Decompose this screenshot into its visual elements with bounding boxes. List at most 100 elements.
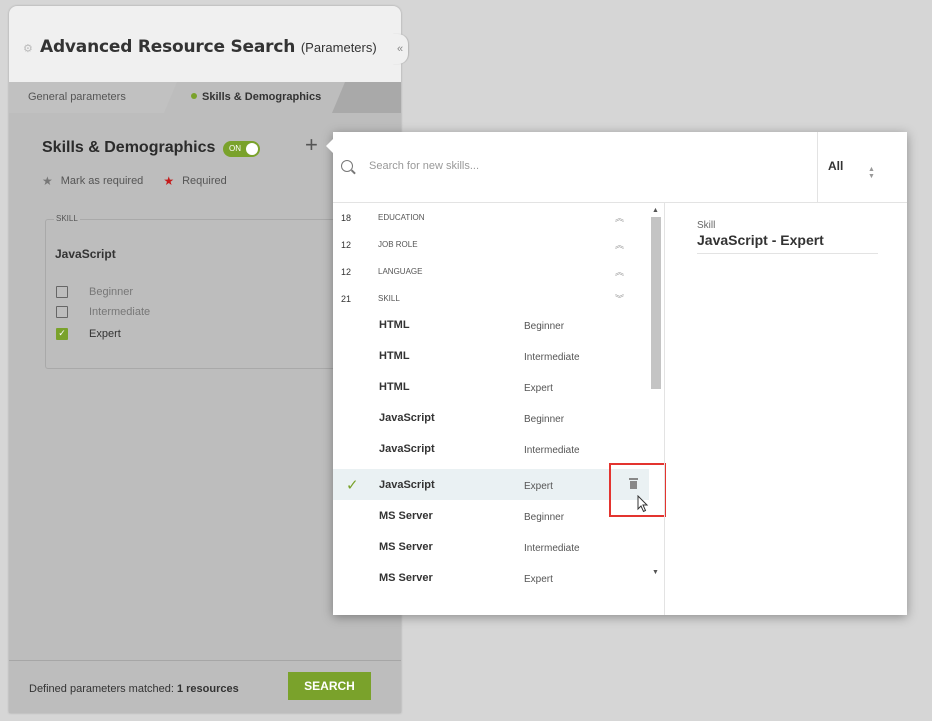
category-count: 12 (341, 267, 352, 277)
category-label: EDUCATION (378, 213, 425, 222)
mouse-cursor-icon (637, 495, 649, 513)
level-label-beginner: Beginner (89, 286, 134, 298)
category-job-role[interactable]: 12 JOB ROLE ︽ (333, 230, 649, 257)
skill-search-bar: All ▲▼ (333, 132, 907, 203)
skill-item-level: Intermediate (524, 445, 580, 456)
gear-icon[interactable]: ⚙ (23, 42, 33, 55)
skill-item-level: Expert (524, 383, 553, 394)
list-item[interactable]: MS Server Intermediate (333, 531, 649, 562)
beginner-checkbox[interactable] (56, 286, 68, 298)
tab-label: General parameters (28, 91, 126, 103)
on-toggle[interactable]: ON (223, 141, 260, 157)
skill-item-level: Beginner (524, 321, 565, 332)
skill-name: JavaScript (55, 247, 116, 261)
required-star-icon: ★ (163, 174, 175, 188)
popup-caret (326, 139, 333, 153)
tab-general-parameters[interactable]: General parameters (9, 82, 181, 113)
list-item-selected[interactable]: ✓ JavaScript Expert (333, 469, 649, 500)
chevron-up-double-icon[interactable]: ︽ (615, 238, 624, 251)
category-count: 21 (341, 294, 352, 304)
list-scrollbar[interactable]: ▲ ▼ (649, 203, 663, 585)
skill-box-label: SKILL (54, 214, 80, 223)
list-item[interactable]: JavaScript Intermediate (333, 433, 649, 464)
legend-required-label: Required (182, 175, 227, 187)
detail-label: Skill (697, 220, 716, 231)
add-skill-button[interactable]: + (305, 132, 318, 158)
skill-list: 18 EDUCATION ︽ 12 JOB ROLE ︽ 12 LANGUAGE… (333, 203, 649, 585)
panel-header: ⚙ Advanced Resource Search (Parameters) … (9, 6, 408, 82)
list-item[interactable]: MS Server Beginner (333, 500, 649, 531)
page-subtitle: (Parameters) (300, 40, 377, 55)
section-title: Skills & Demographics (42, 139, 216, 156)
match-prefix: Defined parameters matched: (29, 683, 177, 695)
expert-checkbox[interactable]: ✓ (56, 328, 68, 340)
page-title-text: Advanced Resource Search (40, 37, 296, 57)
skill-box: SKILL JavaScript Beginner Intermediate ✓… (45, 214, 345, 369)
plus-icon: + (305, 132, 318, 157)
intermediate-checkbox[interactable] (56, 306, 68, 318)
skill-item-name: MS Server (379, 510, 433, 522)
skill-item-name: JavaScript (379, 412, 435, 424)
chevron-down-double-icon[interactable]: ︾ (615, 292, 624, 305)
detail-underline (697, 253, 878, 254)
match-count: 1 resources (176, 683, 239, 695)
match-summary: Defined parameters matched: 1 resources (29, 683, 239, 695)
check-icon: ✓ (346, 477, 359, 494)
skill-picker-popup: All ▲▼ 18 EDUCATION ︽ 12 JOB ROLE ︽ 12 L… (326, 132, 907, 615)
skill-item-name: JavaScript (379, 443, 435, 455)
check-icon: ✓ (58, 328, 66, 338)
scroll-up-icon[interactable]: ▲ (652, 207, 659, 214)
level-label-intermediate: Intermediate (89, 306, 151, 318)
legend-mark-label: Mark as required (60, 175, 144, 187)
tab-skills-demographics[interactable]: Skills & Demographics (164, 82, 345, 113)
list-item[interactable]: JavaScript Beginner (333, 402, 649, 433)
list-item[interactable]: HTML Beginner (333, 309, 649, 340)
list-item[interactable]: MS Server Expert (333, 562, 649, 585)
toggle-knob (246, 143, 258, 155)
legend: ★ Mark as required ★ Required (42, 174, 227, 188)
tab-bar: General parameters Skills & Demographics (9, 82, 401, 113)
scrollbar-thumb[interactable] (651, 217, 661, 389)
skill-item-name: MS Server (379, 541, 433, 553)
category-label: SKILL (378, 294, 400, 303)
category-education[interactable]: 18 EDUCATION ︽ (333, 203, 649, 230)
skill-item-level: Beginner (524, 414, 565, 425)
skill-item-level: Intermediate (524, 543, 580, 554)
category-count: 12 (341, 240, 352, 250)
category-language[interactable]: 12 LANGUAGE ︽ (333, 257, 649, 284)
sort-arrows-icon: ▲ ▼ (868, 166, 875, 180)
category-label: LANGUAGE (378, 267, 423, 276)
search-button[interactable]: SEARCH (288, 672, 371, 700)
list-item[interactable]: HTML Intermediate (333, 340, 649, 371)
tab-label: Skills & Demographics (202, 91, 322, 103)
skill-item-name: HTML (379, 319, 410, 331)
skill-item-name: HTML (379, 350, 410, 362)
chevron-up-double-icon[interactable]: ︽ (615, 211, 624, 224)
skill-search-input[interactable] (369, 160, 669, 172)
active-dot-icon (191, 93, 197, 99)
scroll-down-icon[interactable]: ▼ (652, 569, 659, 576)
skill-item-level: Expert (524, 574, 553, 585)
skill-item-name: MS Server (379, 572, 433, 584)
toggle-label: ON (229, 144, 241, 153)
search-icon (341, 160, 353, 172)
level-label-expert: Expert (89, 328, 121, 340)
skill-item-name: HTML (379, 381, 410, 393)
category-count: 18 (341, 213, 352, 223)
page-title: Advanced Resource Search (Parameters) (40, 37, 377, 57)
category-filter-select[interactable]: All ▲ ▼ (817, 132, 907, 203)
skill-item-level: Intermediate (524, 352, 580, 363)
category-skill[interactable]: 21 SKILL ︾ (333, 284, 649, 311)
double-chevron-left-icon: « (396, 43, 404, 55)
pane-divider (664, 203, 665, 615)
list-item[interactable]: HTML Expert (333, 371, 649, 402)
filter-value: All (828, 159, 844, 173)
detail-value: JavaScript - Expert (697, 232, 824, 248)
chevron-up-double-icon[interactable]: ︽ (615, 265, 624, 278)
category-label: JOB ROLE (378, 240, 418, 249)
skill-item-name: JavaScript (379, 479, 435, 491)
panel-footer: Defined parameters matched: 1 resources … (9, 660, 401, 713)
star-icon: ★ (42, 174, 53, 188)
collapse-panel-button[interactable]: « (392, 34, 408, 64)
skill-item-level: Beginner (524, 512, 565, 523)
